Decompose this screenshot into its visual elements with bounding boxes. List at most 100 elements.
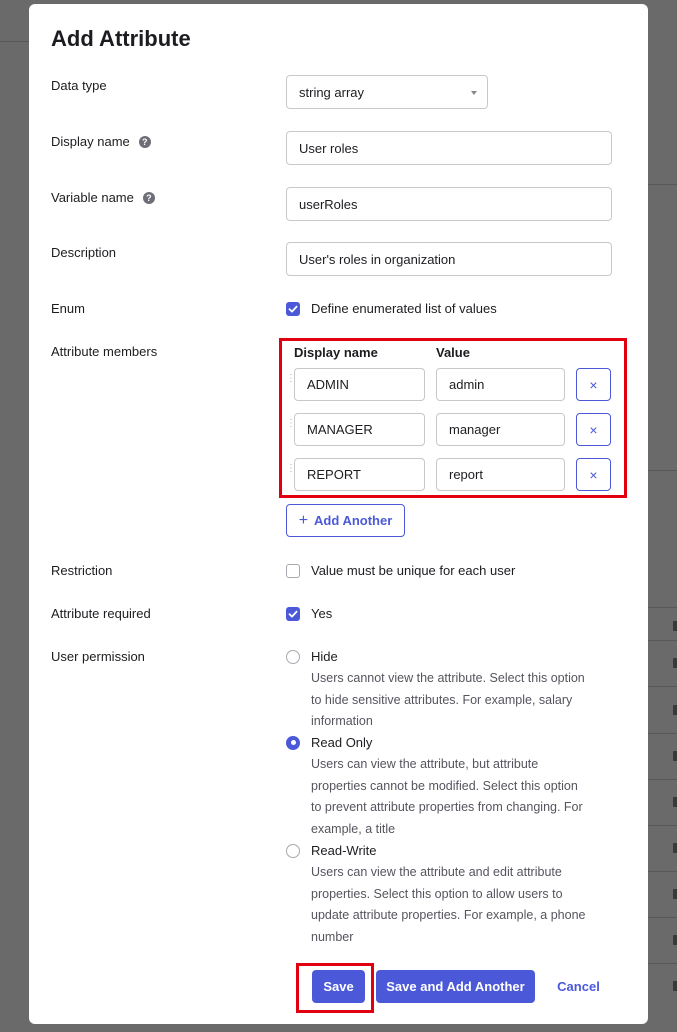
members-col-display-name: Display name [294,345,378,360]
description-value: User's roles in organization [299,251,456,267]
background-divider [0,41,29,42]
enum-checkbox[interactable] [286,301,300,316]
background-cell [673,843,677,853]
help-circle-icon[interactable]: ? [142,191,155,204]
read-write-radio[interactable] [286,843,300,858]
background-divider [648,963,677,964]
close-icon: × [589,466,598,483]
drag-handle-icon[interactable]: ⋮ [286,464,296,481]
user-permission-label-text: User permission [51,649,145,664]
read-only-radio-label: Read Only [311,735,373,750]
background-cell [673,751,677,761]
restriction-checkbox-label: Value must be unique for each user [311,563,516,578]
read-only-description-line: example, a title [311,821,396,836]
required-checkbox[interactable] [286,606,300,621]
plus-icon: + [298,511,309,529]
save-and-add-another-button[interactable]: Save and Add Another [376,970,535,1003]
read-write-description-line: Users can view the attribute and edit at… [311,865,562,879]
read-write-description: Users can view the attribute and edit at… [311,862,616,948]
variable-name-input[interactable]: userRoles [286,187,612,221]
remove-member-button[interactable]: × [576,413,611,446]
read-only-description: Users can view the attribute, but attrib… [311,754,616,840]
data-type-label: Data type [51,78,107,93]
hide-description: Users cannot view the attribute. Select … [311,668,616,733]
add-attribute-dialog: Add Attribute Data type string array Dis… [29,4,648,1024]
description-input[interactable]: User's roles in organization [286,242,612,276]
member-value-input[interactable]: admin [436,368,565,401]
save-button[interactable]: Save [312,970,365,1003]
background-cell [673,705,677,715]
close-icon: × [589,421,598,438]
display-name-input[interactable]: User roles [286,131,612,165]
drag-handle-icon[interactable]: ⋮ [286,374,296,391]
background-divider [648,871,677,872]
help-circle-icon[interactable]: ? [138,135,151,148]
permission-option-read-only[interactable]: Read Only [286,735,372,750]
data-type-select[interactable]: string array [286,75,488,109]
enum-label: Enum [51,301,85,316]
member-display-name-input[interactable]: MANAGER [294,413,425,446]
background-cell [673,658,677,668]
enum-checkbox-row[interactable]: Define enumerated list of values [286,301,497,316]
attribute-members-label: Attribute members [51,344,157,359]
hide-radio[interactable] [286,649,300,664]
read-write-radio-label: Read-Write [311,843,377,858]
check-icon [288,305,298,312]
hide-description-line: information [311,714,373,728]
read-only-description-line: to prevent attribute properties from cha… [311,800,583,814]
required-checkbox-row[interactable]: Yes [286,606,332,621]
background-divider [648,917,677,918]
background-cell [673,935,677,945]
member-display-name-value: MANAGER [307,422,373,437]
drag-handle-icon[interactable]: ⋮ [286,419,296,436]
description-label: Description [51,245,116,260]
hide-radio-label: Hide [311,649,338,664]
read-only-description-line: properties cannot be modified. Select th… [311,778,578,793]
background-cell [673,889,677,899]
dialog-title: Add Attribute [51,26,191,51]
hide-description-line: to hide sensitive attributes. For exampl… [311,692,573,707]
variable-name-label-text: Variable name [51,190,134,205]
background-divider [648,825,677,826]
read-write-description-line: update attribute properties. For example… [311,908,586,922]
read-only-radio[interactable] [286,735,300,750]
check-icon [288,610,298,617]
background-divider [648,640,677,641]
display-name-label: Display name ? [51,134,151,149]
data-type-selected-value: string array [299,84,365,100]
description-label-text: Description [51,245,117,260]
remove-member-button[interactable]: × [576,458,611,491]
background-cell [673,797,677,807]
remove-member-button[interactable]: × [576,368,611,401]
restriction-label-text: Restriction [51,563,113,578]
hide-description-line: Users cannot view the attribute. Select … [311,671,585,685]
background-divider [648,470,677,471]
enum-label-text: Enum [51,301,85,316]
read-write-description-line: properties. Select this option to allow … [311,886,563,901]
attribute-members-label-text: Attribute members [51,344,158,359]
background-divider [648,733,677,734]
background-divider [648,184,677,185]
display-name-value: User roles [299,140,359,156]
attribute-required-label-text: Attribute required [51,606,151,621]
restriction-checkbox-row[interactable]: Value must be unique for each user [286,563,515,578]
display-name-label-text: Display name [51,134,130,149]
add-another-button[interactable]: + Add Another [286,504,405,537]
member-value-input[interactable]: report [436,458,565,491]
user-permission-label: User permission [51,649,145,664]
background-divider [648,607,677,608]
add-another-label: Add Another [314,513,393,528]
variable-name-label: Variable name ? [51,190,155,205]
member-value-input[interactable]: manager [436,413,565,446]
enum-checkbox-label: Define enumerated list of values [311,301,497,316]
member-display-name-input[interactable]: ADMIN [294,368,425,401]
permission-option-read-write[interactable]: Read-Write [286,843,377,858]
permission-option-hide[interactable]: Hide [286,649,338,664]
background-cell [673,981,677,991]
member-display-name-value: ADMIN [307,377,349,392]
unique-value-checkbox[interactable] [286,563,300,578]
background-cell [673,621,677,631]
read-only-description-line: Users can view the attribute, but attrib… [311,757,539,771]
cancel-button[interactable]: Cancel [550,970,607,1003]
member-display-name-input[interactable]: REPORT [294,458,425,491]
